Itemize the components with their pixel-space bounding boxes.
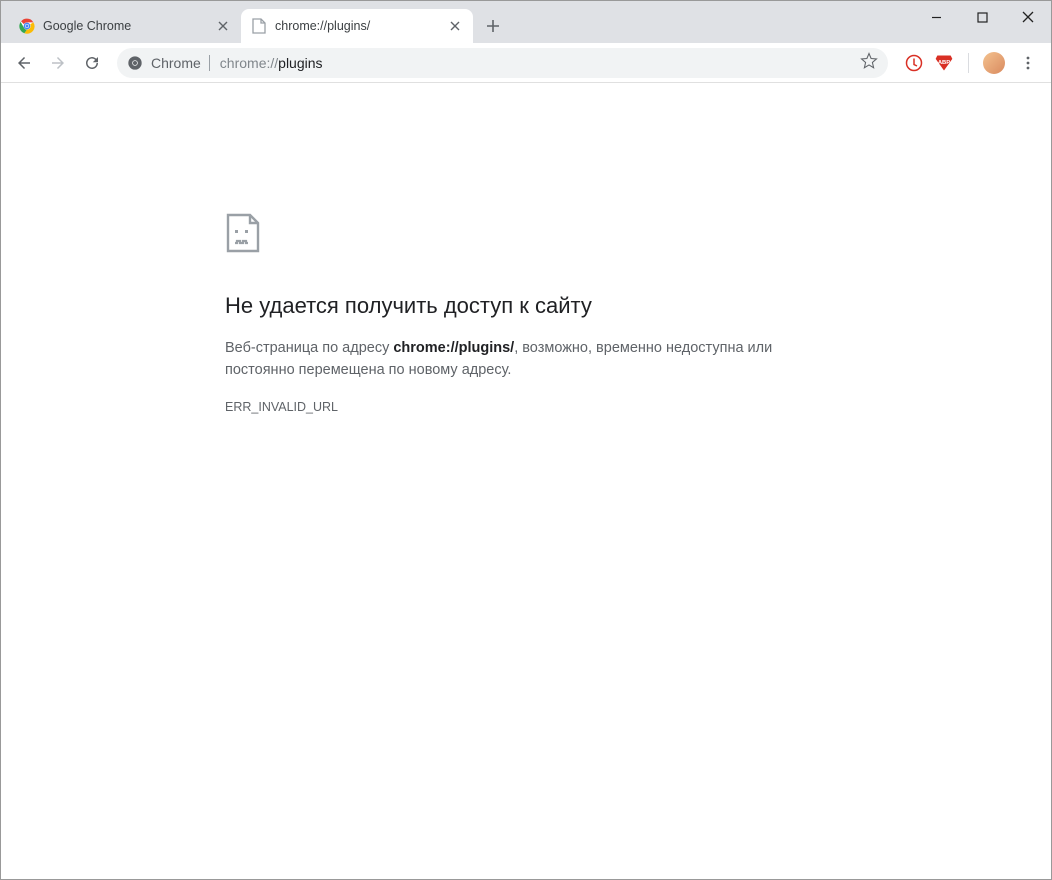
tab-chrome-plugins[interactable]: chrome://plugins/	[241, 9, 473, 43]
sad-document-icon	[225, 213, 261, 253]
back-button[interactable]	[9, 48, 39, 78]
tab-title: Google Chrome	[43, 19, 215, 33]
close-icon[interactable]	[447, 18, 463, 34]
forward-button[interactable]	[43, 48, 73, 78]
chrome-icon	[127, 55, 143, 71]
page-favicon	[251, 18, 267, 34]
bookmark-star-icon[interactable]	[860, 52, 878, 73]
svg-text:ABP: ABP	[938, 59, 950, 65]
error-page: Не удается получить доступ к сайту Веб-с…	[1, 83, 1051, 414]
error-desc-before: Веб-страница по адресу	[225, 340, 393, 356]
tab-strip: Google Chrome chrome://plugins/	[1, 1, 1051, 43]
profile-avatar[interactable]	[983, 52, 1005, 74]
url-scheme: chrome://	[220, 55, 278, 71]
close-icon[interactable]	[215, 18, 231, 34]
scheme-label: Chrome	[151, 55, 210, 71]
url-path: plugins	[278, 55, 322, 71]
toolbar-divider	[968, 53, 969, 73]
abp-extension-icon[interactable]: ABP	[934, 53, 954, 73]
new-tab-button[interactable]	[479, 12, 507, 40]
window-controls	[913, 1, 1051, 33]
reload-button[interactable]	[77, 48, 107, 78]
tab-google-chrome[interactable]: Google Chrome	[9, 9, 241, 43]
yandex-extension-icon[interactable]	[904, 53, 924, 73]
omnibox[interactable]: Chrome chrome://plugins	[117, 48, 888, 78]
error-code: ERR_INVALID_URL	[225, 400, 825, 414]
toolbar: Chrome chrome://plugins ABP	[1, 43, 1051, 83]
extension-icons: ABP	[898, 52, 1005, 74]
tab-title: chrome://plugins/	[275, 19, 447, 33]
maximize-button[interactable]	[959, 1, 1005, 33]
error-desc-url: chrome://plugins/	[393, 340, 514, 356]
error-content: Не удается получить доступ к сайту Веб-с…	[225, 213, 825, 414]
error-heading: Не удается получить доступ к сайту	[225, 293, 825, 319]
error-description: Веб-страница по адресу chrome://plugins/…	[225, 337, 825, 382]
close-window-button[interactable]	[1005, 1, 1051, 33]
chrome-favicon	[19, 18, 35, 34]
chrome-menu-button[interactable]	[1013, 48, 1043, 78]
minimize-button[interactable]	[913, 1, 959, 33]
